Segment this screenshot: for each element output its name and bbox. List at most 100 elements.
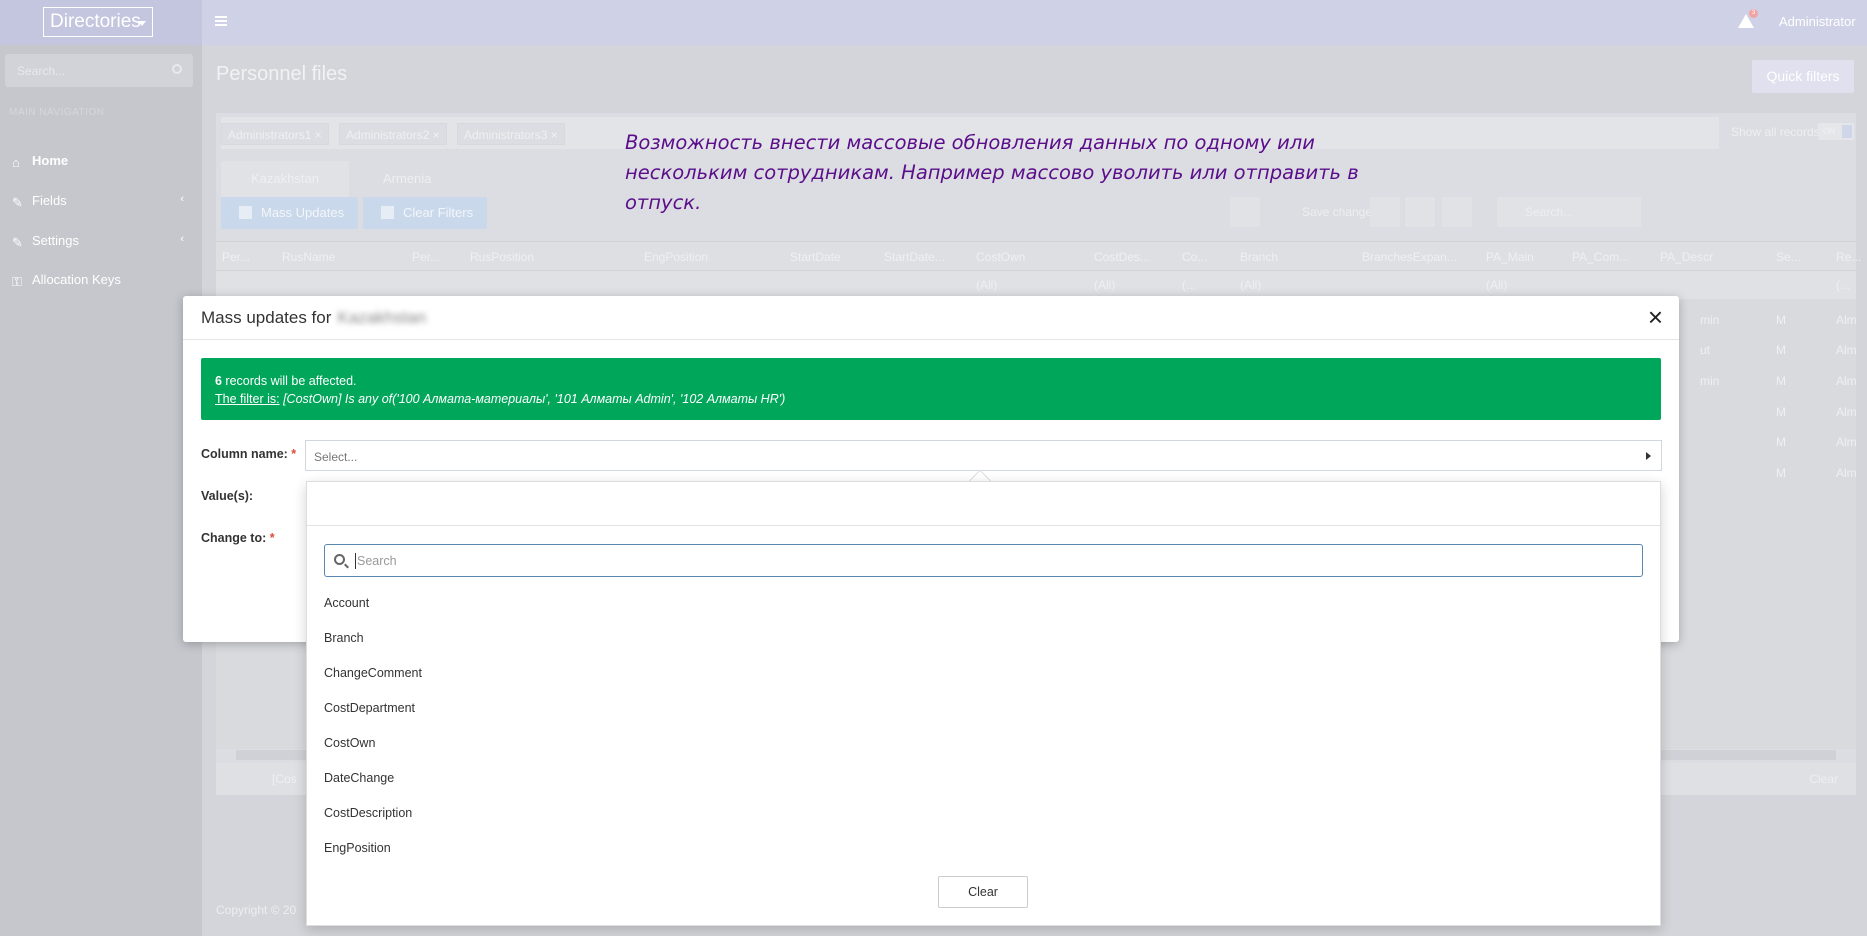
- grid-cell: M: [1776, 435, 1786, 449]
- column-header[interactable]: RusName: [282, 250, 335, 264]
- search-icon[interactable]: [172, 64, 182, 74]
- grid-cell: Alm: [1836, 466, 1857, 480]
- filter-cell[interactable]: (All): [1240, 278, 1261, 292]
- wrench-icon: ✎: [12, 235, 23, 250]
- page-title: Personnel files: [216, 63, 348, 85]
- grid-cell: Alm: [1836, 343, 1857, 357]
- clear-filters-button[interactable]: Clear Filters: [363, 197, 487, 229]
- sidebar-search-placeholder: Search...: [17, 64, 66, 78]
- footer-clear-link[interactable]: Clear: [1809, 772, 1838, 786]
- grid-cell: Alm: [1836, 435, 1857, 449]
- column-header[interactable]: Branch: [1240, 250, 1278, 264]
- column-header[interactable]: PA_Com...: [1572, 250, 1629, 264]
- column-header[interactable]: CostOwn: [976, 250, 1025, 264]
- column-header[interactable]: Per...: [222, 250, 250, 264]
- sidebar-item-settings[interactable]: ✎ Settings ‹: [0, 225, 202, 255]
- filter-icon: [381, 206, 394, 219]
- filter-expression: [CostOwn] Is any of('100 Алмата-материал…: [279, 392, 786, 406]
- column-header[interactable]: StartDate: [790, 250, 841, 264]
- mass-updates-button[interactable]: Mass Updates: [221, 197, 358, 229]
- filter-cell[interactable]: (...: [1182, 278, 1196, 292]
- grid-filter-row: (All) (All) (... (All) (All) (...: [216, 271, 1856, 299]
- copyright: Copyright © 20: [216, 903, 297, 917]
- warning-icon[interactable]: 3: [1738, 9, 1758, 28]
- filter-chip[interactable]: Administrators2 ×: [339, 123, 447, 145]
- column-header[interactable]: CostDes...: [1094, 250, 1150, 264]
- column-header[interactable]: EngPosition: [644, 250, 708, 264]
- values-label: Value(s):: [201, 489, 254, 503]
- column-header[interactable]: Se...: [1776, 250, 1801, 264]
- key-icon: ⚿: [12, 274, 22, 289]
- column-header[interactable]: PA_Descr: [1660, 250, 1713, 264]
- top-navbar: Directories 3 Administrator: [0, 0, 1867, 45]
- grid-cell: M: [1776, 374, 1786, 388]
- select-placeholder: Select...: [314, 450, 358, 464]
- filter-label: The filter is:: [215, 392, 280, 406]
- column-name-label: Column name: *: [201, 447, 297, 461]
- sidebar-item-label: Settings: [32, 233, 79, 248]
- list-item[interactable]: ChangeComment: [324, 666, 422, 686]
- hamburger-menu-icon[interactable]: [215, 16, 227, 27]
- search-icon: [334, 554, 345, 565]
- grid-cell: min: [1700, 313, 1720, 327]
- column-header[interactable]: RusPosition: [470, 250, 534, 264]
- column-name-dropdown: Search Account Branch ChangeComment Cost…: [306, 481, 1661, 926]
- sidebar-item-allocation-keys[interactable]: ⚿ Allocation Keys: [0, 264, 202, 294]
- list-item[interactable]: Branch: [324, 631, 364, 651]
- list-item[interactable]: CostDescription: [324, 806, 412, 826]
- grid-cell: ut: [1700, 343, 1711, 357]
- list-item[interactable]: CostOwn: [324, 736, 375, 756]
- sidebar-item-home[interactable]: ⌂ Home: [0, 145, 202, 175]
- notification-badge: 3: [1749, 9, 1758, 18]
- column-header[interactable]: Co...: [1182, 250, 1207, 264]
- grid-search-input[interactable]: Search...: [1497, 197, 1641, 227]
- dropdown-clear-button[interactable]: Clear: [938, 876, 1028, 908]
- list-item[interactable]: EngPosition: [324, 841, 391, 861]
- wrench-icon: ✎: [12, 195, 23, 210]
- grid-cell: M: [1776, 466, 1786, 480]
- change-to-label: Change to: *: [201, 531, 275, 545]
- list-item[interactable]: CostDepartment: [324, 701, 415, 721]
- close-icon[interactable]: ×: [1648, 304, 1663, 330]
- sidebar-item-label: Home: [32, 153, 69, 168]
- column-header[interactable]: PA_Main: [1486, 250, 1534, 264]
- column-chooser-icon[interactable]: [1442, 197, 1472, 227]
- filter-cell[interactable]: (All): [976, 278, 997, 292]
- filter-cell[interactable]: (All): [1486, 278, 1507, 292]
- grid-cell: Alm: [1836, 313, 1857, 327]
- user-menu[interactable]: Administrator: [1779, 14, 1856, 29]
- annotation-text: Возможность внести массовые обновления д…: [625, 131, 1359, 214]
- brand-label: Directories: [50, 11, 141, 32]
- sidebar-item-fields[interactable]: ✎ Fields ‹: [0, 185, 202, 215]
- filter-cell[interactable]: (...: [1836, 278, 1850, 292]
- column-header[interactable]: Per...: [412, 250, 440, 264]
- filter-chip[interactable]: Administrators1 ×: [221, 123, 329, 145]
- column-header[interactable]: BranchesExpan...: [1362, 250, 1457, 264]
- blurred-country: Kazakhstan: [337, 308, 427, 327]
- column-name-select[interactable]: Select...: [305, 440, 1662, 471]
- column-header[interactable]: StartDate...: [884, 250, 945, 264]
- tab-armenia[interactable]: Armenia: [353, 161, 461, 197]
- export-icon[interactable]: [1405, 197, 1435, 227]
- quick-filters-button[interactable]: Quick filters: [1752, 60, 1854, 93]
- chevron-left-icon: ‹: [180, 193, 184, 205]
- affected-count: 6: [215, 374, 222, 388]
- list-item[interactable]: DateChange: [324, 771, 394, 791]
- directories-dropdown[interactable]: Directories: [43, 7, 153, 37]
- grid-cell: min: [1700, 374, 1720, 388]
- footer-filter-text: [Cos: [272, 772, 297, 786]
- column-header[interactable]: Re...: [1836, 250, 1861, 264]
- sidebar-search-input[interactable]: Search...: [5, 54, 193, 87]
- tab-kazakhstan[interactable]: Kazakhstan: [221, 161, 349, 197]
- grid-cell: Alm: [1836, 405, 1857, 419]
- nav-header: MAIN NAVIGATION: [9, 107, 105, 118]
- list-item[interactable]: Account: [324, 596, 369, 616]
- filter-cell[interactable]: (All): [1094, 278, 1115, 292]
- affected-text: records will be affected.: [221, 374, 357, 388]
- filter-chip[interactable]: Administrators3 ×: [457, 123, 565, 145]
- show-all-label: Show all records: [1731, 125, 1820, 139]
- dropdown-header: [307, 482, 1660, 526]
- show-all-toggle[interactable]: ON: [1818, 123, 1854, 140]
- chevron-left-icon: ‹: [180, 233, 184, 245]
- dropdown-search-input[interactable]: Search: [324, 544, 1643, 577]
